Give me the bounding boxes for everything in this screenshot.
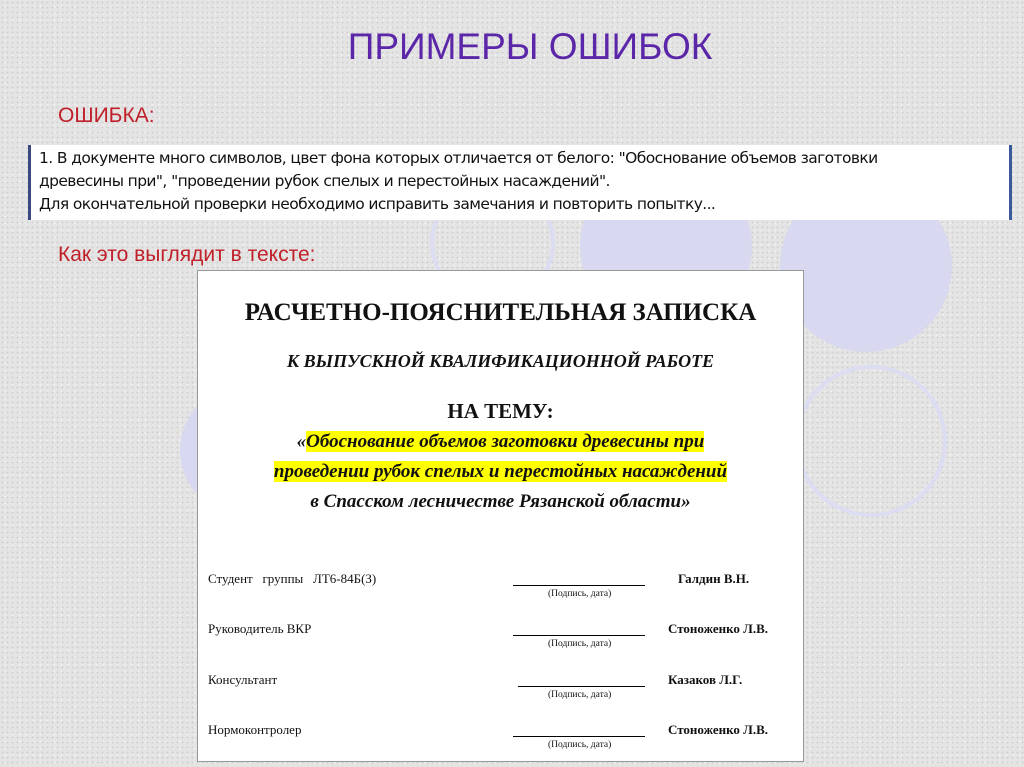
highlighted-text: проведении рубок спелых и перестойных на… (273, 461, 728, 482)
error-line: древесины при", "проведении рубок спелых… (39, 172, 610, 190)
error-line: Для окончательной проверки необходимо ис… (39, 195, 716, 213)
signature-line (513, 635, 645, 636)
role-label: Руководитель ВКР (208, 621, 312, 636)
error-message-box: 1. В документе много символов, цвет фона… (28, 145, 1012, 220)
signature-line (518, 686, 645, 687)
role-label: Студент группы ЛТ6-84Б(З) (208, 571, 377, 586)
person-name: Казаков Л.Г. (668, 672, 743, 687)
quote-mark: « (296, 431, 307, 452)
signature-hint: (Подпись, дата) (548, 589, 612, 599)
signature-line (513, 585, 645, 586)
signature-hint: (Подпись, дата) (548, 690, 612, 700)
doc-theme: НА ТЕМУ: (447, 399, 554, 423)
doc-topic-line3: в Спасском лесничестве Рязанской области… (310, 491, 691, 512)
person-name: Галдин В.Н. (678, 571, 750, 586)
doc-subheading: К ВЫПУСКНОЙ КВАЛИФИКАЦИОННОЙ РАБОТЕ (286, 351, 715, 371)
role-label: Нормоконтролер (208, 722, 302, 737)
person-name: Стоноженко Л.В. (668, 722, 769, 737)
signature-line (513, 736, 645, 737)
highlighted-text: Обоснование объемов заготовки древесины … (306, 431, 705, 452)
signature-hint: (Подпись, дата) (548, 740, 612, 750)
look-label: Как это выглядит в тексте: (58, 243, 316, 266)
doc-topic-line2: проведении рубок спелых и перестойных на… (198, 461, 803, 483)
error-line: 1. В документе много символов, цвет фона… (39, 149, 878, 167)
signature-hint: (Подпись, дата) (548, 639, 612, 649)
decor-circle (795, 365, 947, 517)
error-label: ОШИБКА: (58, 104, 155, 127)
document-preview: РАСЧЕТНО-ПОЯСНИТЕЛЬНАЯ ЗАПИСКА К ВЫПУСКН… (197, 270, 804, 762)
doc-heading: РАСЧЕТНО-ПОЯСНИТЕЛЬНАЯ ЗАПИСКА (244, 299, 757, 326)
person-name: Стоноженко Л.В. (668, 621, 769, 636)
slide-title: ПРИМЕРЫ ОШИБОК (347, 26, 713, 67)
doc-topic-line1: «Обоснование объемов заготовки древесины… (198, 431, 803, 453)
role-label: Консультант (208, 672, 278, 687)
